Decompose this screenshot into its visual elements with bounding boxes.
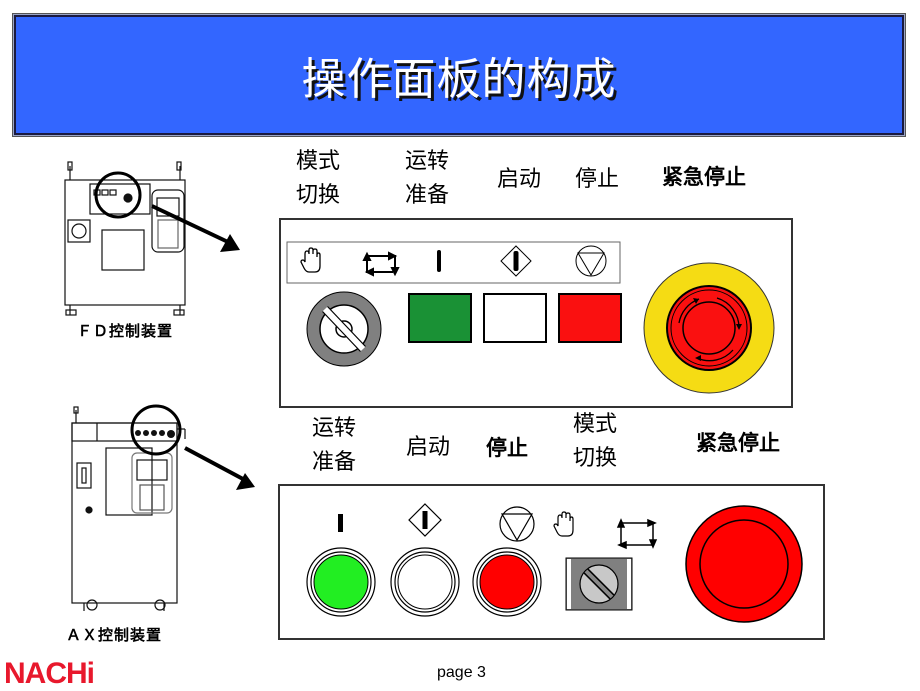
ax-panel-graphics [306, 503, 803, 623]
fd-start-button[interactable] [483, 293, 547, 343]
ax-start-button[interactable] [390, 547, 460, 617]
fd-controller-illustration [64, 161, 240, 316]
ax-label-stop: 停止 [486, 436, 528, 460]
page-number: page 3 [437, 664, 486, 681]
fd-ready-button[interactable] [408, 293, 472, 343]
ax-label-start: 启动 [406, 435, 451, 460]
ax-mode-selector-switch[interactable] [565, 557, 633, 611]
start-bar-icon [437, 250, 441, 272]
fd-symbol-strip [286, 241, 621, 284]
ax-label-mode-switch: 模式 切换 [573, 412, 618, 471]
ax-ready-button[interactable] [306, 547, 376, 617]
fd-label-stop: 停止 [575, 167, 620, 192]
fd-caption: ＦＤ控制装置 [77, 322, 174, 340]
fd-label-ready: 运转 准备 [405, 149, 450, 208]
fd-label-start: 启动 [497, 167, 542, 192]
ax-controller-illustration [71, 404, 255, 611]
ax-emergency-stop-button[interactable] [685, 505, 803, 623]
ax-pointer-arrow [184, 446, 244, 481]
fd-panel-graphics [286, 241, 775, 394]
fd-label-emergency-stop: 紧急停止 [662, 165, 746, 189]
title-banner: 操作面板的构成 [14, 15, 904, 135]
ready-bar-icon [338, 514, 343, 532]
stop-triangle-icon [499, 506, 535, 542]
cycle-arrows-icon [616, 518, 658, 550]
start-diamond-icon [408, 503, 442, 537]
stop-triangle-icon [575, 245, 607, 277]
ax-label-ready: 运转 准备 [312, 416, 357, 475]
mode-key-switch[interactable] [306, 291, 382, 367]
ax-label-emergency-stop: 紧急停止 [696, 431, 780, 455]
nachi-logo: NACHi [4, 657, 95, 690]
ax-caption: ＡＸ控制装置 [66, 626, 163, 644]
fd-stop-button[interactable] [558, 293, 622, 343]
fd-label-mode-switch: 模式 切换 [296, 149, 341, 208]
fd-emergency-stop-button[interactable] [643, 262, 775, 394]
hand-icon [553, 511, 574, 537]
page-title: 操作面板的构成 [301, 54, 617, 105]
ax-stop-button[interactable] [472, 547, 542, 617]
